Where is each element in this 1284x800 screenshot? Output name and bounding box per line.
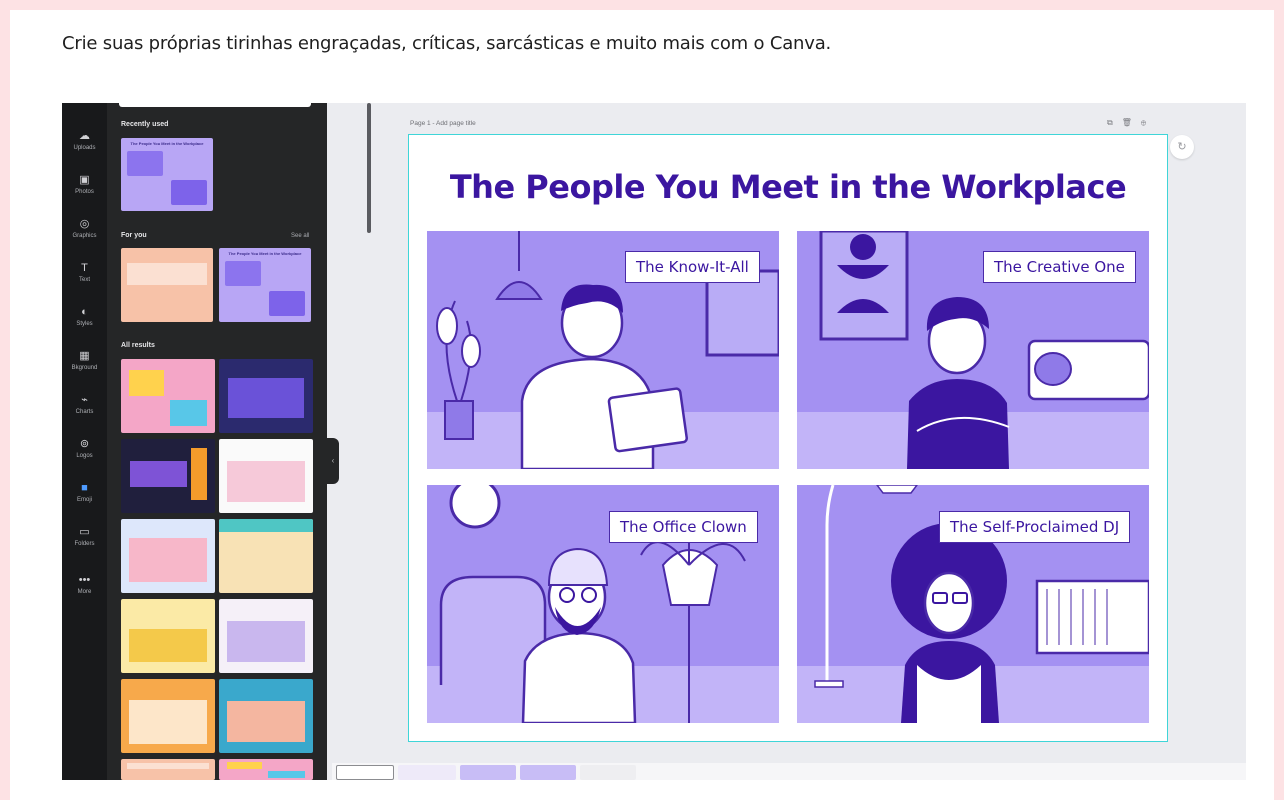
result-thumb[interactable] — [219, 359, 313, 433]
panel-label[interactable]: The Office Clown — [609, 511, 758, 543]
rail-label: Charts — [75, 409, 94, 415]
panel-scrollbar[interactable] — [367, 103, 371, 233]
page-title-label[interactable]: Page 1 - Add page title — [410, 120, 476, 127]
comic-panel-know-it-all[interactable]: The Know-It-All — [427, 231, 779, 469]
rail-label: Graphics — [72, 233, 97, 239]
trash-icon[interactable]: 🗑 — [1122, 118, 1141, 127]
rail-label: Text — [78, 277, 90, 283]
page-thumb[interactable] — [398, 765, 456, 780]
panel-label[interactable]: The Creative One — [983, 251, 1136, 283]
rail-item-text[interactable]: T Text — [62, 255, 107, 295]
rail-label: Photos — [75, 189, 94, 195]
result-thumb[interactable] — [219, 519, 313, 593]
panel-label[interactable]: The Self-Proclaimed DJ — [939, 511, 1131, 543]
for-you-heading: For you — [121, 232, 147, 239]
page-thumb[interactable] — [580, 765, 636, 780]
canva-editor-screenshot: ☁ Uploads ▣ Photos ◎ Graphics T Text ◐ S… — [62, 103, 1246, 780]
rail-label: Uploads — [73, 145, 96, 151]
rail-item-photos[interactable]: ▣ Photos — [62, 167, 107, 207]
collapse-panel-button[interactable]: ‹ — [327, 438, 339, 484]
add-page-icon[interactable]: ⊕ — [1141, 118, 1155, 127]
styles-icon: ◐ — [81, 306, 88, 318]
comic-panel-creative-one[interactable]: The Creative One — [797, 231, 1149, 469]
result-thumb[interactable] — [219, 759, 313, 780]
rail-item-styles[interactable]: ◐ Styles — [62, 299, 107, 339]
search-input[interactable] — [119, 103, 311, 107]
rail-label: More — [77, 589, 92, 595]
see-all-link[interactable]: See all — [291, 233, 309, 239]
side-rail: ☁ Uploads ▣ Photos ◎ Graphics T Text ◐ S… — [62, 103, 107, 780]
more-icon: ••• — [78, 574, 91, 586]
design-title[interactable]: The People You Meet in the Workplace — [409, 168, 1167, 206]
graphics-icon: ◎ — [79, 218, 90, 230]
result-thumb[interactable] — [121, 439, 215, 513]
comic-panel-office-clown[interactable]: The Office Clown — [427, 485, 779, 723]
page-actions: ⧉🗑⊕ — [1107, 118, 1155, 128]
charts-icon: ⌁ — [81, 394, 88, 406]
result-thumb[interactable] — [121, 599, 215, 673]
result-thumb[interactable] — [219, 439, 313, 513]
background-icon: ▦ — [79, 350, 90, 362]
for-you-thumb[interactable] — [121, 248, 213, 322]
rail-label: Logos — [76, 453, 93, 459]
recently-used-heading: Recently used — [121, 121, 169, 128]
templates-panel: Recently used The People You Meet in the… — [107, 103, 371, 780]
folder-icon: ▭ — [79, 526, 90, 538]
rail-item-emoji[interactable]: ■ Emoji — [62, 475, 107, 515]
all-results-heading: All results — [121, 342, 155, 349]
rail-item-uploads[interactable]: ☁ Uploads — [62, 123, 107, 163]
page-thumb[interactable] — [336, 765, 394, 780]
article-caption: Crie suas próprias tirinhas engraçadas, … — [62, 33, 832, 54]
result-thumb[interactable] — [219, 679, 313, 753]
rail-label: Bkground — [71, 365, 98, 371]
result-thumb[interactable] — [121, 359, 215, 433]
comic-panel-self-proclaimed-dj[interactable]: The Self-Proclaimed DJ — [797, 485, 1149, 723]
page-thumb[interactable] — [520, 765, 576, 780]
rail-item-background[interactable]: ▦ Bkground — [62, 343, 107, 383]
rail-label: Folders — [74, 541, 95, 547]
photos-icon: ▣ — [79, 174, 90, 186]
panel-label[interactable]: The Know-It-All — [625, 251, 760, 283]
thumb-title: The People You Meet in the Workplace — [228, 251, 302, 256]
upload-icon: ☁ — [79, 130, 90, 142]
rail-label: Emoji — [76, 497, 92, 503]
rail-label: Styles — [76, 321, 93, 327]
copy-icon[interactable]: ⧉ — [1107, 118, 1122, 127]
rail-item-charts[interactable]: ⌁ Charts — [62, 387, 107, 427]
page-thumb[interactable] — [460, 765, 516, 780]
rail-item-logos[interactable]: ⊚ Logos — [62, 431, 107, 471]
rail-item-more[interactable]: ••• More — [62, 567, 107, 607]
result-thumb[interactable] — [121, 759, 215, 780]
thumb-title: The People You Meet in the Workplace — [130, 141, 204, 146]
emoji-icon: ■ — [81, 482, 88, 494]
recent-template-thumb[interactable]: The People You Meet in the Workplace — [121, 138, 213, 211]
refresh-icon[interactable]: ↻ — [1170, 135, 1194, 159]
rail-item-folders[interactable]: ▭ Folders — [62, 519, 107, 559]
rail-item-graphics[interactable]: ◎ Graphics — [62, 211, 107, 251]
text-icon: T — [81, 262, 88, 274]
design-canvas[interactable]: The People You Meet in the Workplace The… — [408, 134, 1168, 742]
logos-icon: ⊚ — [79, 438, 90, 450]
result-thumb[interactable] — [121, 519, 215, 593]
for-you-thumb[interactable]: The People You Meet in the Workplace — [219, 248, 311, 322]
result-thumb[interactable] — [121, 679, 215, 753]
result-thumb[interactable] — [219, 599, 313, 673]
